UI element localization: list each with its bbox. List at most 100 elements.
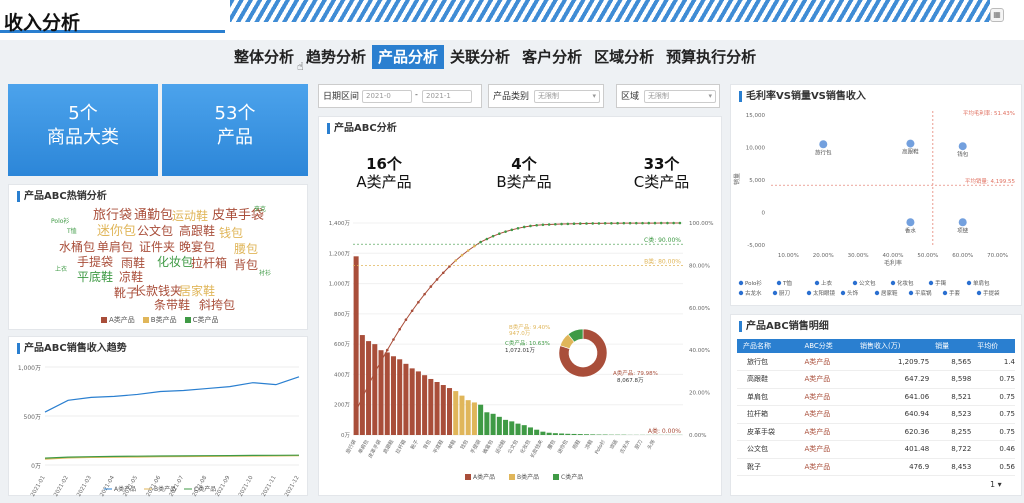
filter-bar: 日期区间 2021-0 - 2021-1 产品类别 无限制 ▾ 区域 无限制 ▾ xyxy=(318,84,720,108)
kpi-category-count: 5个 商品大类 xyxy=(8,84,158,176)
cell-name: 高跟鞋 xyxy=(737,370,799,389)
word-27: 上衣 xyxy=(55,266,68,273)
cumulative-point xyxy=(529,224,532,228)
legend-marker xyxy=(772,290,778,296)
column-header-1[interactable]: ABC分类 xyxy=(798,339,855,353)
cumulative-point xyxy=(460,253,464,257)
kpi-product-count: 53个 产品 xyxy=(162,84,308,176)
table-row[interactable]: 皮革手袋 A类产品 620.36 8,255 0.75 xyxy=(737,423,1015,441)
tab-5[interactable]: 区域分析 xyxy=(588,45,660,69)
category-select[interactable]: 无限制 ▾ xyxy=(534,90,600,103)
cumulative-point xyxy=(554,222,557,226)
column-header-3[interactable]: 销量 xyxy=(929,339,972,353)
cumulative-point xyxy=(659,221,663,225)
abc-bar xyxy=(459,395,465,435)
column-header-2[interactable]: 销售收入(万) xyxy=(854,339,930,353)
c-threshold-label: C类: 90.00% xyxy=(644,236,681,244)
category-label: 化妆包 xyxy=(519,439,533,456)
column-header-4[interactable]: 平均价 xyxy=(971,339,1015,353)
category-label: Polo衫 xyxy=(593,439,607,456)
cumulative-point xyxy=(635,221,638,225)
legend-marker xyxy=(852,280,858,286)
word-5: 公文包 xyxy=(137,224,174,238)
category-label: 头饰 xyxy=(646,439,657,451)
cumulative-point xyxy=(466,249,470,252)
x-tick-label: 2021-10 xyxy=(238,475,255,497)
cumulative-point xyxy=(423,292,426,296)
x-tick-label: 50.00% xyxy=(917,253,938,259)
abc-bar xyxy=(534,429,540,435)
table-row[interactable]: 公文包 A类产品 401.48 8,722 0.46 xyxy=(737,440,1015,459)
category-label: 腰包 xyxy=(546,439,557,451)
abc-bar xyxy=(552,433,558,435)
legend-marker xyxy=(806,290,812,296)
scatter-point xyxy=(819,140,828,149)
pagination[interactable]: 1 ▾ xyxy=(990,480,1002,489)
abc-bar xyxy=(446,388,453,435)
abc-panel: 产品ABC分析 16个 A类产品 4个 B类产品 33个 C类产品 1,400万 1,2… xyxy=(318,116,722,496)
legend-label: 厨刀 xyxy=(779,290,790,297)
region-value: 无限制 xyxy=(648,92,669,100)
decorative-stripes xyxy=(230,0,990,22)
word-18: 平底鞋 xyxy=(77,270,114,284)
tab-6[interactable]: 预算执行分析 xyxy=(660,45,762,69)
legend-marker xyxy=(840,290,846,296)
table-row[interactable]: 拉杆箱 A类产品 640.94 8,523 0.75 xyxy=(737,405,1015,424)
tab-3[interactable]: 关联分析 xyxy=(444,45,516,69)
grid-icon[interactable]: ▦ xyxy=(990,8,1004,22)
point-label: 旅行包 xyxy=(815,148,832,156)
word-cloud: 旅行袋 通勤包 运动鞋 皮革手袋 迷你包 公文包 高跟鞋 钱包 水桶包 单肩包 证件夹 晚宴包 腰包 手提… xyxy=(49,207,289,312)
tab-4[interactable]: 客户分析 xyxy=(516,45,588,69)
abc-bar xyxy=(422,375,428,435)
cell-name: 靴子 xyxy=(737,458,799,476)
column-header-0[interactable]: 产品名称 xyxy=(737,339,799,353)
abc-bar xyxy=(521,425,527,435)
cell-rev: 647.29 xyxy=(854,370,930,389)
region-select[interactable]: 无限制 ▾ xyxy=(644,90,716,103)
legend-label: 化妆包 xyxy=(897,279,914,287)
x-tick-label: 2021-01 xyxy=(30,475,47,497)
abc-bar xyxy=(515,423,521,435)
table-row[interactable]: 旅行包 A类产品 1,209.75 8,565 1.4 xyxy=(737,353,1015,371)
legend-swatch xyxy=(553,474,559,480)
avg-sales-label: 平均销量: 4,199.55 xyxy=(965,177,1016,185)
legend-label: B类产品 xyxy=(154,485,176,493)
abc-bar xyxy=(540,431,546,435)
cumulative-point xyxy=(591,222,595,225)
category-label: 旅行袋 xyxy=(344,439,358,456)
cumulative-point xyxy=(622,221,626,225)
cumulative-point xyxy=(417,300,420,304)
table-row[interactable]: 单肩包 A类产品 641.06 8,521 0.75 xyxy=(737,388,1015,406)
legend-label: 手套 xyxy=(949,289,961,297)
legend-label: 手提袋 xyxy=(983,289,1000,297)
abc-bar xyxy=(372,344,378,435)
tab-2[interactable]: 产品分析 xyxy=(372,45,445,69)
date-end-input[interactable]: 2021-1 xyxy=(422,90,472,103)
legend-marker xyxy=(928,280,934,286)
legend-marker xyxy=(874,290,880,296)
abc-bar xyxy=(583,434,590,435)
cell-rev: 1,209.75 xyxy=(854,353,930,371)
table-row[interactable]: 靴子 A类产品 476.9 8,453 0.56 xyxy=(737,458,1015,476)
category-label: 项链 xyxy=(608,439,619,451)
cumulative-point xyxy=(522,225,526,229)
point-label: 项链 xyxy=(957,226,969,234)
y-tick-label: 200万 xyxy=(334,402,350,409)
avg-margin-label: 平均毛利率: 51.43% xyxy=(963,109,1015,117)
category-label: 拉杆箱 xyxy=(394,439,408,456)
cell-avg: 0.75 xyxy=(971,370,1015,389)
scatter-point xyxy=(906,139,915,148)
table-row[interactable]: 高跟鞋 A类产品 647.29 8,598 0.75 xyxy=(737,370,1015,389)
donut-label: 1,072.01万 xyxy=(505,347,535,354)
date-start-input[interactable]: 2021-0 xyxy=(362,90,412,103)
tab-1[interactable]: 趋势分析 xyxy=(300,45,372,69)
tab-0[interactable]: 整体分析 xyxy=(228,45,300,69)
cumulative-point xyxy=(429,285,433,288)
x-tick-label: 40.00% xyxy=(883,253,904,259)
cumulative-point xyxy=(672,221,675,225)
cumulative-point xyxy=(616,221,619,225)
abc-bar xyxy=(571,433,577,435)
cumulative-point xyxy=(560,222,563,226)
legend-label: T恤 xyxy=(782,279,792,287)
donut-label: A类产品: 79.98% xyxy=(613,369,658,377)
